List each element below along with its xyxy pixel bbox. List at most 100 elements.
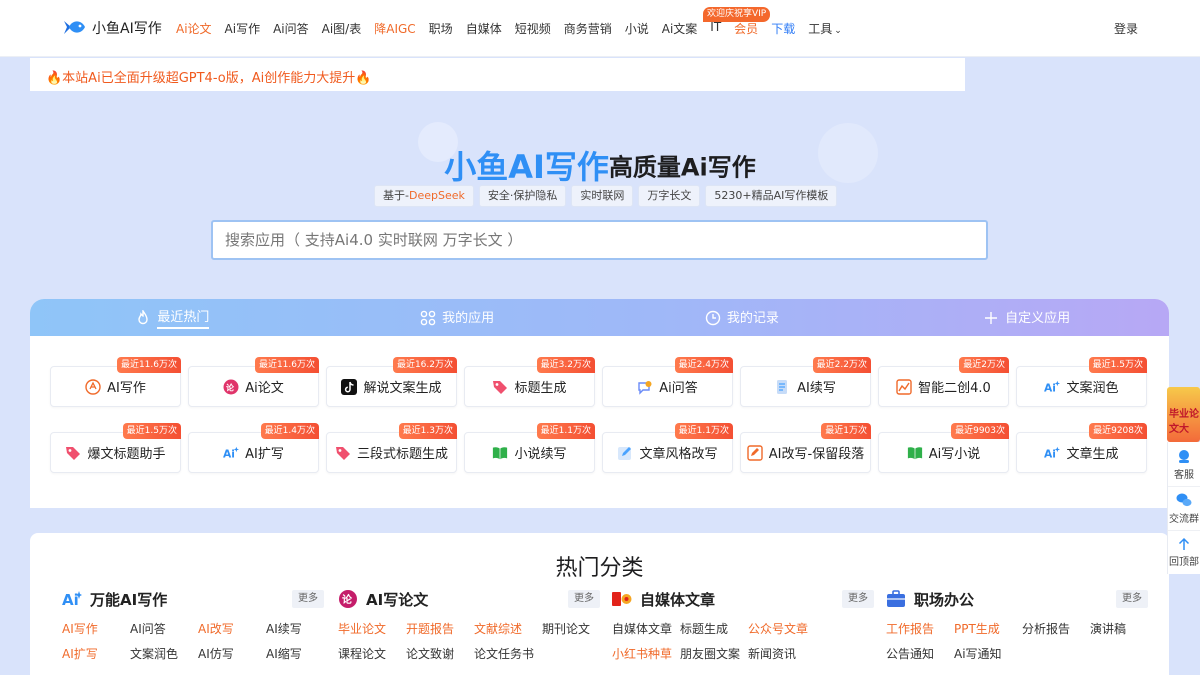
promo-banner[interactable]: 毕业论文大 [1167,387,1200,442]
nav-item-ai-chart[interactable]: Ai图/表 [322,20,362,37]
more-button[interactable]: 更多 [1116,590,1148,608]
app-card[interactable]: 爆文标题助手 最近1.5万次 [50,423,181,473]
customer-service-button[interactable]: 客服 [1168,442,1200,486]
category-link[interactable]: AI写作 [62,620,130,637]
float-label: 回顶部 [1169,557,1199,568]
customer-service-icon [1179,449,1189,463]
category-link[interactable]: 演讲稿 [1090,620,1158,637]
feature-tag: 万字长文 [638,185,701,207]
more-button[interactable]: 更多 [842,590,874,608]
category-link[interactable]: 文案润色 [130,645,198,662]
app-card[interactable]: AI写作 最近11.6万次 [50,357,181,407]
login-link[interactable]: 登录 [1114,20,1138,37]
tab-my-records[interactable]: 我的记录 [600,299,885,336]
category-link[interactable]: 工作报告 [886,620,954,637]
category-link[interactable]: 公众号文章 [748,620,816,637]
category-link[interactable]: 课程论文 [338,645,406,662]
paper-icon: 论 [338,589,358,609]
app-card[interactable]: Ai问答 最近2.4万次 [602,357,733,407]
app-card[interactable]: 智能二创4.0 最近2万次 [878,357,1009,407]
nav-item-ai-copy[interactable]: Ai文案 [662,20,698,37]
category-name: 万能AI写作 [90,590,168,609]
more-button[interactable]: 更多 [568,590,600,608]
app-card-label: 解说文案生成 [363,381,442,396]
category-link[interactable]: 公告通知 [886,645,954,662]
usage-count-badge: 最近1.1万次 [536,423,595,439]
feature-tag: 5230+精品AI写作模板 [705,185,838,207]
nav-item-reduce-aigc[interactable]: 降AIGC [374,20,415,37]
nav-item-it[interactable]: IT [710,20,721,37]
promo-text: 毕业论文大 [1169,409,1199,435]
app-card[interactable]: AI改写-保留段落 最近1万次 [740,423,871,473]
app-card[interactable]: 文章风格改写 最近1.1万次 [602,423,733,473]
announcement-bar: 🔥本站Ai已全面升级超GPT4-o版，Ai创作能力大提升🔥 [30,58,965,91]
tab-recent-hot[interactable]: 最近热门 [30,299,315,336]
category-link[interactable]: 小红书种草 [612,645,680,662]
category-links: 工作报告 PPT生成 分析报告 演讲稿 公告通知 Ai写通知 [886,620,1148,662]
svg-text:Ai: Ai [1044,447,1056,460]
app-card[interactable]: AI续写 最近2.2万次 [740,357,871,407]
category-header: 自媒体文章 更多 [612,588,874,610]
nav-item-ai-qa[interactable]: Ai问答 [273,20,309,37]
app-card[interactable]: 解说文案生成 最近16.2万次 [326,357,457,407]
category-link[interactable]: 分析报告 [1022,620,1090,637]
search-input[interactable] [211,220,988,260]
nav-item-short-video[interactable]: 短视频 [515,20,551,37]
category-link[interactable]: AI扩写 [62,645,130,662]
float-label: 客服 [1174,469,1194,481]
app-card[interactable]: Ai写小说 最近9903次 [878,423,1009,473]
nav-item-download[interactable]: 下载 [771,20,795,37]
category-link[interactable]: 文献综述 [474,620,542,637]
category-link[interactable]: AI续写 [266,620,334,637]
category-link[interactable]: 标题生成 [680,620,748,637]
category-link[interactable]: AI改写 [198,620,266,637]
section-title: 热门分类 [555,556,644,581]
announcement-text: 🔥本站Ai已全面升级超GPT4-o版，Ai创作能力大提升🔥 [46,71,372,86]
category-link[interactable]: 论文致谢 [406,645,474,662]
category-link[interactable]: 开题报告 [406,620,474,637]
category-link[interactable]: PPT生成 [954,620,1022,637]
more-button[interactable]: 更多 [292,590,324,608]
nav-item-novel[interactable]: 小说 [625,20,649,37]
media-icon [612,589,632,609]
usage-count-badge: 最近2.2万次 [812,357,871,373]
nav-item-self-media[interactable]: 自媒体 [466,20,502,37]
category-link[interactable]: AI缩写 [266,645,334,662]
app-card[interactable]: 标题生成 最近3.2万次 [464,357,595,407]
app-card[interactable]: 论 Ai论文 最近11.6万次 [188,357,319,407]
category-link[interactable]: 毕业论文 [338,620,406,637]
category-link[interactable]: AI仿写 [198,645,266,662]
app-card[interactable]: 三段式标题生成 最近1.3万次 [326,423,457,473]
nav-item-workplace[interactable]: 职场 [429,20,453,37]
hero-brand: 小鱼AI写作 [444,148,609,186]
usage-count-badge: 最近1.4万次 [260,423,319,439]
category-link[interactable]: 期刊论文 [542,620,610,637]
nav-item-marketing[interactable]: 商务营销 [564,20,612,37]
app-card[interactable]: Ai 文案润色 最近1.5万次 [1016,357,1147,407]
category-link[interactable]: 新闻资讯 [748,645,816,662]
app-card-label: Ai写小说 [928,447,981,462]
category-link[interactable]: Ai写通知 [954,645,1022,662]
category-name: 自媒体文章 [640,590,716,609]
site-logo[interactable]: 小鱼AI写作 [62,16,162,40]
app-card[interactable]: Ai AI扩写 最近1.4万次 [188,423,319,473]
back-to-top-button[interactable]: 回顶部 [1168,530,1200,574]
category-link[interactable]: AI问答 [130,620,198,637]
nav-item-ai-writing[interactable]: Ai写作 [225,20,261,37]
category-link[interactable]: 朋友圈文案 [680,645,748,662]
apps-tabbar: 最近热门 我的应用 我的记录 自定义应用 [30,299,1169,336]
tab-custom-app[interactable]: 自定义应用 [884,299,1169,336]
nav-item-tools[interactable]: 工具 ⌄ [808,20,842,37]
app-card-label: 文案润色 [1066,381,1119,396]
category-link[interactable]: 自媒体文章 [612,620,680,637]
app-card[interactable]: 小说续写 最近1.1万次 [464,423,595,473]
app-card-label: 标题生成 [514,381,567,396]
nav-item-ai-paper[interactable]: Ai论文 [176,20,212,37]
nav-item-membership[interactable]: 会员 [734,20,758,37]
app-card[interactable]: Ai 文章生成 最近9208次 [1016,423,1147,473]
category-link[interactable]: 论文任务书 [474,645,542,662]
group-chat-button[interactable]: 交流群 [1168,486,1200,530]
float-label: 交流群 [1169,514,1199,525]
tab-my-apps[interactable]: 我的应用 [315,299,600,336]
usage-count-badge: 最近1万次 [821,423,871,439]
